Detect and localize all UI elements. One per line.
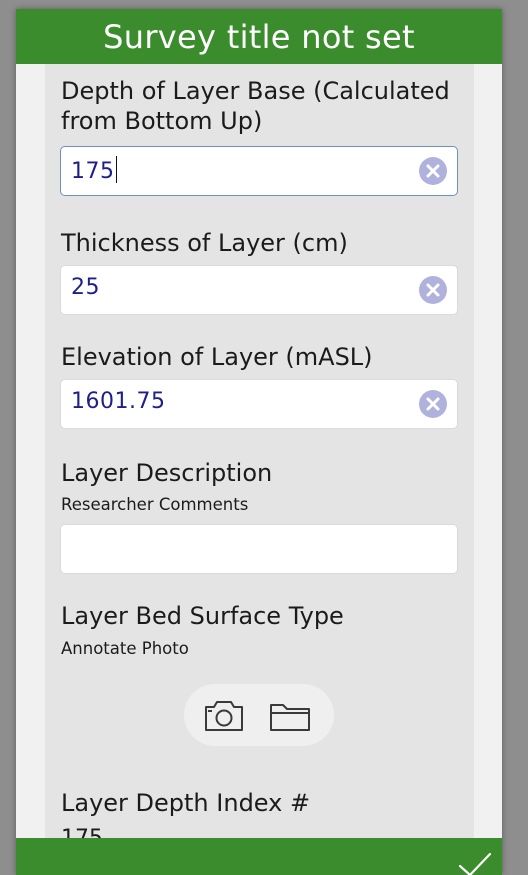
thickness-value[interactable]: 25: [71, 275, 100, 300]
form-panel[interactable]: Depth of Layer Base (Calculated from Bot…: [45, 64, 474, 839]
elevation-label: Elevation of Layer (mASL): [61, 343, 373, 371]
clear-icon[interactable]: [419, 276, 447, 304]
photo-source-group: [184, 684, 334, 746]
elevation-value[interactable]: 1601.75: [71, 389, 165, 414]
description-hint: Researcher Comments: [61, 495, 249, 514]
checkmark-icon[interactable]: [458, 852, 492, 875]
depth-base-value[interactable]: 175: [71, 156, 117, 184]
bed-surface-hint: Annotate Photo: [61, 639, 189, 658]
survey-footer: [16, 838, 502, 875]
survey-header: Survey title not set: [16, 9, 502, 64]
clear-icon[interactable]: [419, 157, 447, 185]
description-label: Layer Description: [61, 459, 273, 487]
text-caret: [115, 156, 117, 183]
survey-title: Survey title not set: [103, 17, 415, 56]
survey-form-window: Survey title not set Depth of Layer Base…: [16, 9, 502, 875]
elevation-field[interactable]: 1601.75: [60, 379, 458, 429]
depth-index-value: 175: [61, 826, 103, 839]
thickness-field[interactable]: 25: [60, 265, 458, 315]
bed-surface-label: Layer Bed Surface Type: [61, 602, 344, 630]
description-field[interactable]: [60, 524, 458, 574]
thickness-label: Thickness of Layer (cm): [61, 229, 348, 257]
depth-base-field[interactable]: 175: [60, 146, 458, 196]
depth-base-label: Depth of Layer Base (Calculated from Bot…: [61, 77, 450, 135]
clear-icon[interactable]: [419, 390, 447, 418]
camera-icon[interactable]: [202, 699, 248, 733]
folder-icon[interactable]: [267, 699, 313, 733]
depth-index-label: Layer Depth Index #: [61, 789, 311, 817]
